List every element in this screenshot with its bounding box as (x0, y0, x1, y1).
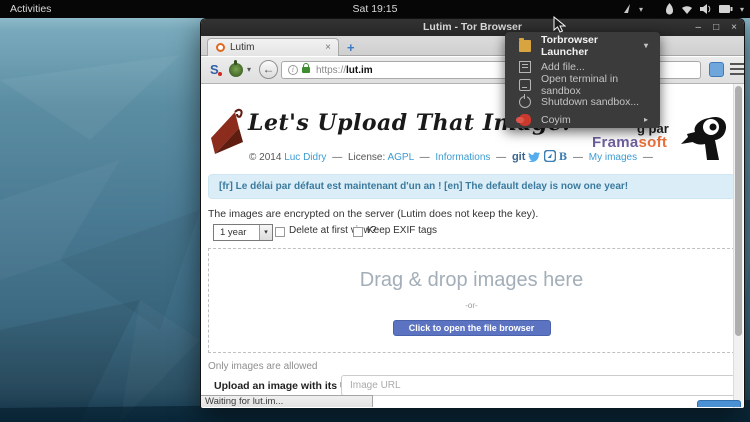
separator: — (496, 152, 506, 163)
framasoft-bird-logo (679, 114, 731, 162)
upload-url-label: Upload an image with its URL (214, 380, 362, 392)
tab-bar: Lutim × + (201, 36, 744, 56)
my-images-link[interactable]: My images (589, 152, 637, 163)
mouse-cursor (553, 16, 566, 33)
license-link[interactable]: AGPL (387, 152, 413, 163)
tab-label: Lutim (230, 42, 254, 53)
battery-icon[interactable] (719, 5, 733, 13)
system-menu-caret-icon[interactable]: ▾ (740, 5, 744, 14)
terminal-icon (519, 79, 531, 91)
delete-first-view-checkbox[interactable] (275, 227, 285, 237)
close-button[interactable]: × (731, 19, 737, 36)
tab-close-icon[interactable]: × (325, 42, 331, 53)
license-label: License: (348, 152, 385, 163)
url-host: lut.im (346, 65, 373, 76)
delete-first-view-label: Delete at first view? (289, 225, 376, 236)
scrollbar-track[interactable] (733, 84, 743, 408)
menu-item-open-terminal[interactable]: Open terminal in sandbox (505, 76, 660, 93)
keep-exif-label: Keep EXIF tags (367, 225, 437, 236)
menu-item-label: Torbrowser Launcher (541, 34, 644, 58)
lutim-favicon-icon (216, 43, 225, 52)
add-file-icon (519, 61, 531, 73)
volume-icon[interactable] (700, 4, 712, 14)
submenu-expanded-caret-icon: ▾ (644, 41, 648, 50)
scrollbar-thumb[interactable] (735, 86, 742, 336)
menu-item-torbrowser-launcher[interactable]: Torbrowser Launcher ▾ (505, 37, 660, 54)
announcement-banner: [fr] Le délai par défaut est maintenant … (208, 174, 735, 199)
git-link[interactable]: git (512, 151, 525, 163)
twitter-icon[interactable] (528, 151, 541, 162)
info-icon[interactable]: i (288, 65, 298, 75)
minimize-button[interactable]: – (696, 19, 702, 36)
bottom-action-button[interactable] (697, 400, 741, 407)
menu-hamburger-icon[interactable] (730, 63, 744, 75)
status-bar: Waiting for lut.im... (201, 395, 373, 407)
tab-lutim[interactable]: Lutim × (207, 38, 339, 56)
framasoft-link[interactable]: Framasoft (592, 134, 667, 151)
window-controls: – □ × (696, 19, 737, 36)
sandbox-dropdown-menu: Torbrowser Launcher ▾ Add file... Open t… (505, 32, 660, 128)
sandbox-caret-icon[interactable]: ▾ (639, 5, 643, 14)
copyright-text: © 2014 (249, 152, 281, 163)
only-images-note: Only images are allowed (208, 361, 318, 372)
menu-item-label: Shutdown sandbox... (541, 96, 639, 108)
lutim-hat-logo (209, 108, 247, 158)
new-tab-button[interactable]: + (347, 40, 355, 55)
separator: — (332, 152, 342, 163)
browser-toolbar: S ▾ ← i https:// lut.im (201, 57, 744, 84)
back-button[interactable]: ← (259, 60, 278, 79)
window-titlebar[interactable]: Lutim - Tor Browser – □ × (201, 19, 744, 36)
separator: — (573, 152, 583, 163)
image-url-input[interactable] (341, 375, 735, 396)
torch-icon[interactable] (665, 3, 674, 15)
torbutton-caret-icon[interactable]: ▾ (247, 65, 251, 74)
desktop: Activities Sat 19:15 ▾ ▾ Lutim - Tor Bro… (0, 0, 750, 422)
delay-select-value: 1 year (220, 227, 246, 238)
url-protocol: https:// (316, 65, 346, 76)
network-icon[interactable] (681, 4, 693, 14)
framasoft-name-part2: soft (639, 134, 668, 151)
menu-item-label: Coyim (541, 114, 571, 126)
framasoft-name-part1: Frama (592, 134, 639, 151)
submenu-caret-icon: ▸ (644, 115, 648, 124)
open-file-browser-button[interactable]: Click to open the file browser (393, 320, 551, 336)
menu-item-shutdown-sandbox[interactable]: Shutdown sandbox... (505, 93, 660, 110)
bookmark-panel-icon[interactable] (709, 62, 724, 77)
system-tray: ▾ ▾ (622, 0, 744, 18)
delay-select[interactable]: 1 year ▾ (213, 224, 273, 241)
sandbox-indicator-icon[interactable] (622, 3, 632, 15)
meta-line: © 2014 Luc Didry — License: AGPL — Infor… (249, 150, 656, 163)
menu-item-coyim[interactable]: Coyim ▸ (505, 111, 660, 128)
social-network-icon[interactable] (544, 150, 556, 162)
drop-zone-title: Drag & drop images here (209, 269, 734, 292)
bitcoin-link[interactable]: B (559, 152, 567, 163)
tor-browser-window: Lutim - Tor Browser – □ × Lutim × + S ▾ … (200, 18, 745, 408)
author-link[interactable]: Luc Didry (284, 152, 326, 163)
gnome-top-bar: Activities Sat 19:15 ▾ ▾ (0, 0, 750, 18)
torbutton-onion-icon[interactable] (229, 63, 243, 77)
encryption-note: The images are encrypted on the server (… (208, 208, 538, 220)
drag-drop-zone[interactable]: Drag & drop images here -or- Click to op… (208, 248, 735, 353)
power-icon (519, 96, 531, 108)
menu-item-label: Add file... (541, 61, 585, 73)
folder-icon (519, 40, 531, 52)
delay-select-caret-icon: ▾ (259, 225, 272, 240)
page-content: Let's Upload That Image! © 2014 Luc Didr… (201, 84, 744, 408)
drop-zone-or: -or- (209, 301, 734, 310)
maximize-button[interactable]: □ (713, 19, 719, 36)
noscript-icon[interactable]: S (210, 62, 219, 77)
separator: — (420, 152, 430, 163)
separator: — (643, 152, 653, 163)
https-lock-icon[interactable] (302, 67, 310, 73)
keep-exif-checkbox[interactable] (353, 227, 363, 237)
informations-link[interactable]: Informations (435, 152, 490, 163)
coyim-icon (519, 114, 531, 126)
